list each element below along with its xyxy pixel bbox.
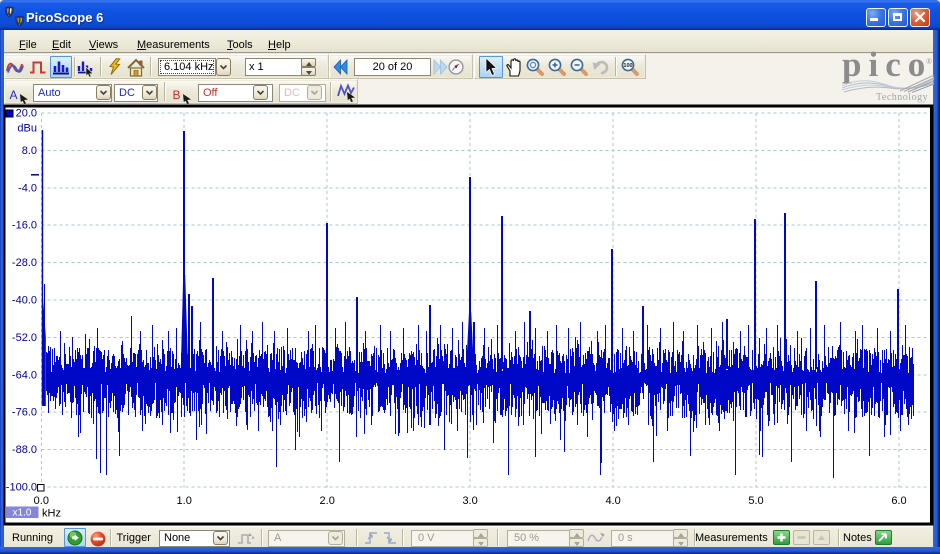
svg-text:0.0: 0.0 bbox=[34, 495, 49, 507]
svg-text:-64.0: -64.0 bbox=[12, 369, 37, 381]
svg-text:-52.0: -52.0 bbox=[12, 332, 37, 344]
svg-text:-4.0: -4.0 bbox=[18, 182, 37, 194]
svg-text:4.0: 4.0 bbox=[605, 495, 620, 507]
svg-text:2.0: 2.0 bbox=[320, 495, 335, 507]
svg-text:3.0: 3.0 bbox=[462, 495, 477, 507]
svg-text:6.0: 6.0 bbox=[891, 495, 906, 507]
svg-text:x1.0: x1.0 bbox=[13, 508, 32, 519]
svg-text:dBu: dBu bbox=[17, 123, 37, 135]
svg-text:-100.0: -100.0 bbox=[6, 482, 37, 494]
svg-text:5.0: 5.0 bbox=[748, 495, 763, 507]
svg-text:-88.0: -88.0 bbox=[12, 444, 37, 456]
svg-text:1.0: 1.0 bbox=[177, 495, 192, 507]
svg-text:8.0: 8.0 bbox=[22, 145, 37, 157]
svg-text:kHz: kHz bbox=[42, 508, 61, 520]
svg-text:-76.0: -76.0 bbox=[12, 407, 37, 419]
svg-text:20.0: 20.0 bbox=[16, 108, 37, 120]
svg-text:-40.0: -40.0 bbox=[12, 295, 37, 307]
svg-text:-28.0: -28.0 bbox=[12, 257, 37, 269]
svg-text:-16.0: -16.0 bbox=[12, 220, 37, 232]
